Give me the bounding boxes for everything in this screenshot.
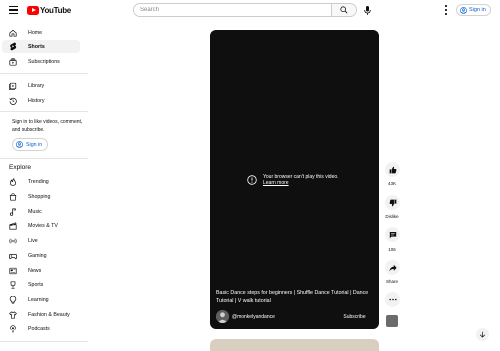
sign-in-label: Sign in — [26, 141, 43, 148]
sidebar-item-label: Gaming — [28, 252, 47, 259]
info-icon — [247, 175, 257, 185]
avatar-image — [216, 310, 229, 323]
channel-name[interactable]: @monkelyandance — [232, 314, 275, 320]
sound-thumbnail[interactable] — [386, 315, 398, 327]
sidebar-item-label: Shorts — [28, 43, 45, 50]
search-icon — [340, 6, 348, 14]
subscriptions-icon — [9, 57, 17, 66]
sidebar-item-fashion-beauty[interactable]: Fashion & Beauty — [2, 308, 80, 321]
more-actions-button[interactable] — [385, 292, 400, 307]
sidebar-item-label: Library — [28, 82, 45, 89]
sidebar-item-label: Home — [28, 29, 43, 36]
subscribe-button[interactable]: Subscribe — [338, 311, 371, 323]
next-video-button[interactable] — [476, 328, 489, 341]
comments-button[interactable] — [385, 227, 400, 242]
explore-heading: Explore — [9, 164, 32, 171]
sidebar-item-movies-tv[interactable]: Movies & TV — [2, 219, 80, 232]
like-button[interactable] — [385, 162, 400, 177]
settings-menu-button[interactable] — [443, 5, 449, 15]
sidebar-item-label: Podcasts — [28, 325, 50, 332]
home-icon — [9, 29, 17, 37]
shopping-icon — [9, 192, 17, 201]
sidebar-item-label: Trending — [28, 178, 49, 185]
account-icon — [460, 6, 467, 14]
music-icon — [9, 207, 17, 216]
learning-icon — [9, 295, 17, 304]
sidebar-item-label: Live — [28, 237, 38, 244]
menu-icon[interactable] — [9, 6, 18, 14]
shorts-icon — [9, 42, 17, 51]
sidebar-item-label: Music — [28, 208, 42, 215]
sidebar-divider — [0, 341, 88, 342]
search-input[interactable] — [134, 4, 331, 16]
sidebar-item-learning[interactable]: Learning — [2, 293, 80, 306]
sidebar-item-label: News — [28, 267, 42, 274]
thumbs-up-icon — [389, 166, 396, 173]
sidebar-item-live[interactable]: Live — [2, 234, 80, 247]
sign-in-button[interactable]: Sign in — [456, 4, 491, 16]
sidebar-item-history[interactable]: History — [2, 94, 80, 107]
sidebar-item-sports[interactable]: Sports — [2, 278, 80, 291]
sidebar-item-label: Learning — [28, 296, 49, 303]
movies-icon — [9, 221, 17, 230]
sports-icon — [9, 280, 17, 289]
sidebar-item-label: Movies & TV — [28, 222, 58, 229]
like-count: 43K — [387, 181, 396, 186]
sidebar-item-label: History — [28, 97, 45, 104]
logo-text: YouTube — [40, 5, 71, 15]
microphone-icon — [363, 5, 371, 15]
youtube-play-icon — [27, 5, 39, 15]
sidebar-item-podcasts[interactable]: Podcasts — [2, 322, 80, 335]
sidebar-item-gaming[interactable]: Gaming — [2, 249, 80, 262]
comment-count: 106 — [388, 247, 396, 252]
sidebar-divider — [0, 111, 88, 112]
video-title[interactable]: Basic Dance steps for beginners | Shuffl… — [216, 289, 372, 305]
shorts-player[interactable]: Your browser can't play this video. Lear… — [210, 30, 379, 329]
sidebar-item-label: Subscriptions — [28, 58, 60, 65]
sidebar-item-library[interactable]: Library — [2, 79, 80, 92]
youtube-logo[interactable]: YouTube — [27, 4, 71, 16]
share-label: Share — [385, 279, 398, 284]
sidebar-item-shopping[interactable]: Shopping — [2, 190, 80, 203]
top-bar: YouTube Sign in — [0, 0, 500, 22]
sidebar-item-label: Shopping — [28, 193, 51, 200]
library-icon — [9, 82, 17, 90]
sidebar-item-home[interactable]: Home — [2, 26, 80, 39]
fashion-icon — [9, 310, 17, 319]
channel-avatar[interactable] — [216, 310, 229, 323]
sign-in-label: Sign in — [469, 7, 486, 13]
history-icon — [9, 97, 17, 105]
dislike-label: Dislike — [385, 214, 399, 219]
learn-more-link[interactable]: Learn more — [263, 180, 289, 186]
voice-search-button[interactable] — [361, 4, 373, 16]
sidebar-item-label: Fashion & Beauty — [28, 311, 70, 318]
share-button[interactable] — [385, 260, 400, 275]
share-icon — [388, 264, 397, 271]
live-icon — [9, 237, 17, 245]
sidebar-sign-in-button[interactable]: Sign in — [12, 138, 49, 151]
more-horizontal-icon — [388, 298, 397, 301]
sidebar-divider — [0, 73, 88, 74]
gaming-icon — [9, 252, 17, 260]
sidebar-item-label: Sports — [28, 281, 44, 288]
dislike-button[interactable] — [385, 195, 400, 210]
trending-icon — [9, 177, 17, 186]
sidebar-item-shorts[interactable]: Shorts — [2, 40, 80, 53]
news-icon — [9, 267, 17, 275]
sidebar-item-music[interactable]: Music — [2, 205, 80, 218]
comment-icon — [389, 231, 396, 238]
sign-in-prompt: Sign in to like videos, comment, and sub… — [12, 119, 83, 133]
podcasts-icon — [9, 324, 17, 333]
sidebar-divider — [0, 158, 88, 159]
arrow-down-icon — [479, 331, 486, 338]
search-button[interactable] — [331, 4, 356, 16]
sidebar-item-subscriptions[interactable]: Subscriptions — [2, 55, 80, 68]
next-short-preview[interactable] — [210, 339, 379, 351]
account-icon — [16, 141, 23, 148]
sidebar-item-trending[interactable]: Trending — [2, 175, 80, 188]
thumbs-down-icon — [389, 199, 396, 206]
search-box — [133, 3, 357, 17]
sidebar-item-news[interactable]: News — [2, 264, 80, 277]
